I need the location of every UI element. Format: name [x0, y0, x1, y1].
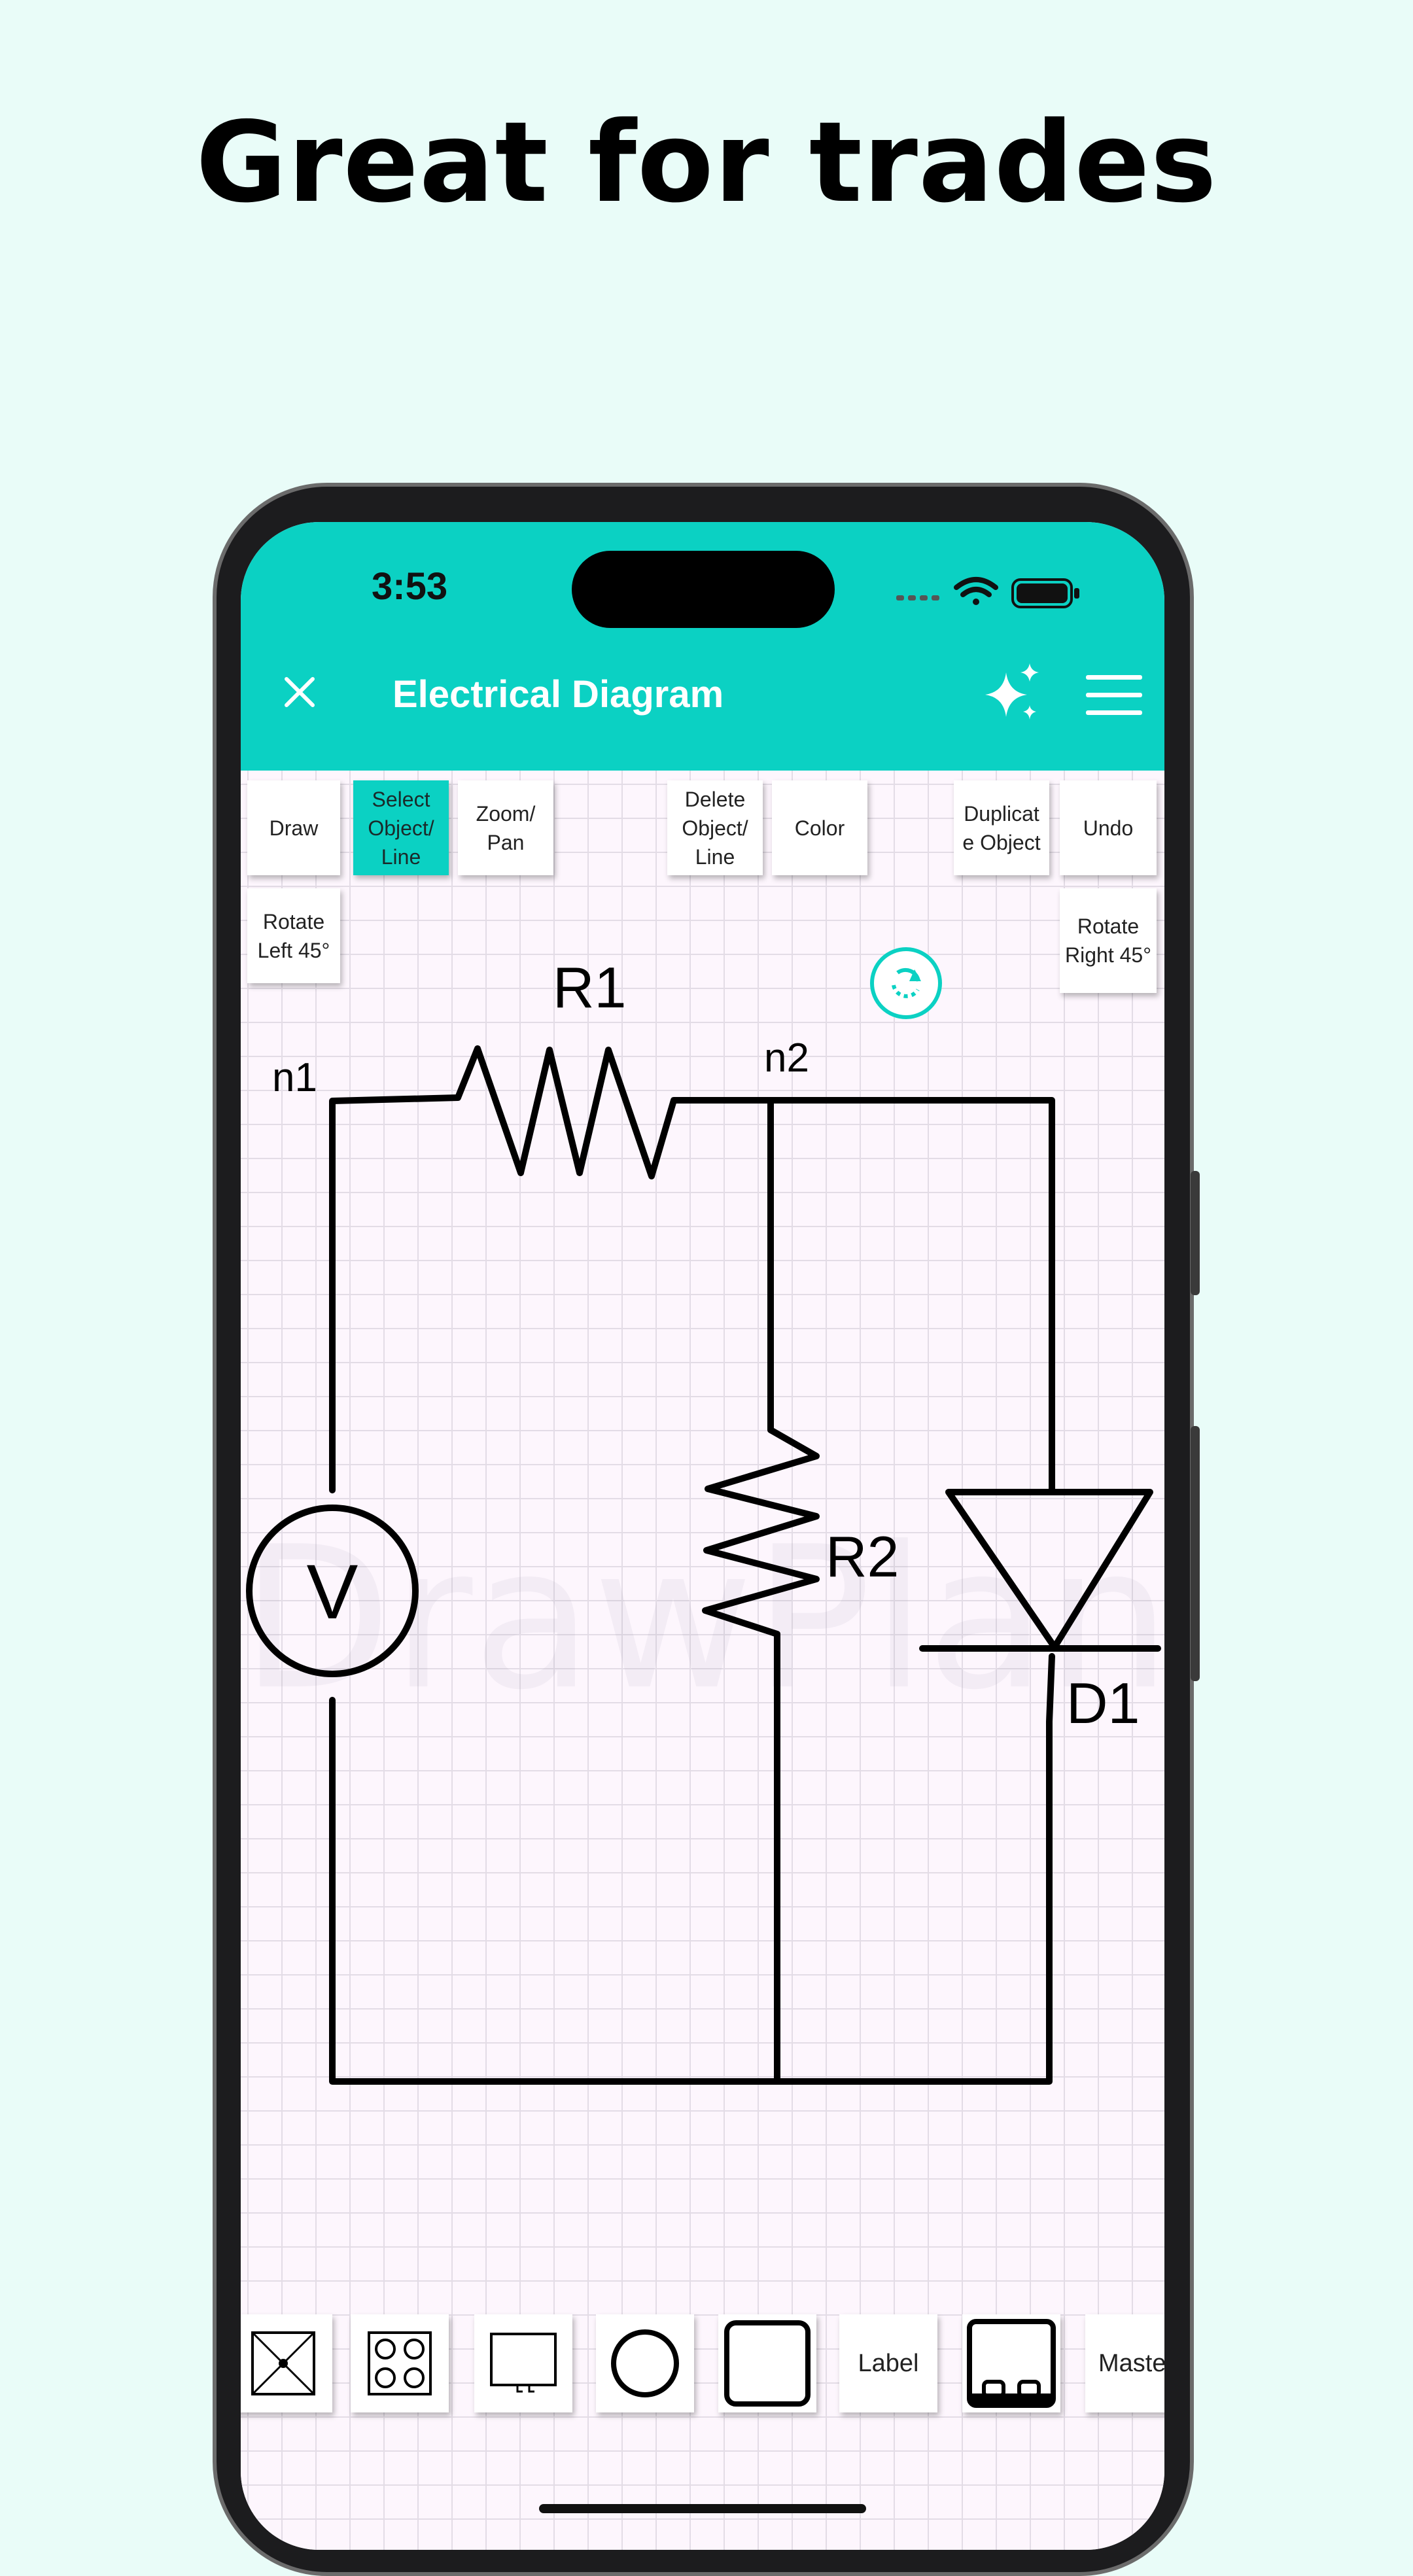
panel-box-icon [251, 2331, 315, 2395]
label-n1: n1 [272, 1055, 317, 1100]
r1-resistor [329, 1045, 1055, 1493]
palette-outlet-quad[interactable] [351, 2314, 449, 2412]
title-row: Electrical Diagram [241, 659, 1164, 725]
palette-display-box[interactable] [474, 2314, 572, 2412]
label-v: V [307, 1549, 358, 1635]
r2-resistor [702, 1097, 820, 2085]
palette-appliance-box[interactable] [962, 2314, 1060, 2412]
menu-icon[interactable] [1085, 674, 1143, 717]
side-button-upper [1191, 1171, 1200, 1295]
wifi-icon [954, 577, 998, 605]
label-r2: R2 [826, 1524, 899, 1589]
label-n2: n2 [764, 1036, 809, 1081]
label-r1: R1 [553, 955, 627, 1020]
headline: Great for trades [196, 98, 1217, 228]
palette-maste[interactable]: Maste [1085, 2314, 1164, 2412]
left-wire [329, 1653, 1055, 2085]
palette-panel-box[interactable] [241, 2314, 332, 2412]
d1-diode-triangle [945, 1489, 1153, 1650]
signal-icon [896, 595, 939, 600]
circle-shape-icon [611, 2329, 679, 2397]
close-icon[interactable] [280, 672, 319, 712]
drawing-canvas[interactable]: DrawPlan Draw Select Object/ Line Zoom/ … [241, 771, 1164, 2550]
palette-circle-shape[interactable] [596, 2314, 694, 2412]
display-box-icon [490, 2333, 557, 2393]
sparkle-icon[interactable] [980, 659, 1045, 725]
status-time: 3:53 [372, 565, 448, 608]
palette-label[interactable]: Label [839, 2314, 937, 2412]
rounded-square-icon [724, 2320, 811, 2407]
circuit-diagram: V R1 R2 D1 n1 n2 [246, 955, 1161, 2085]
app-bar: 3:53 Electrical Diagram [241, 522, 1164, 771]
status-icons [896, 577, 1079, 608]
phone-screen: 3:53 Electrical Diagram DrawPlan Draw Se… [241, 522, 1164, 2550]
page-title: Electrical Diagram [392, 673, 724, 716]
side-button-lower [1191, 1426, 1200, 1681]
battery-icon [1011, 578, 1079, 608]
appliance-box-icon [967, 2319, 1056, 2408]
outlet-quad-icon [368, 2331, 432, 2395]
label-d1: D1 [1066, 1671, 1140, 1735]
dynamic-island [572, 551, 835, 628]
palette-rounded-square[interactable] [718, 2314, 816, 2412]
